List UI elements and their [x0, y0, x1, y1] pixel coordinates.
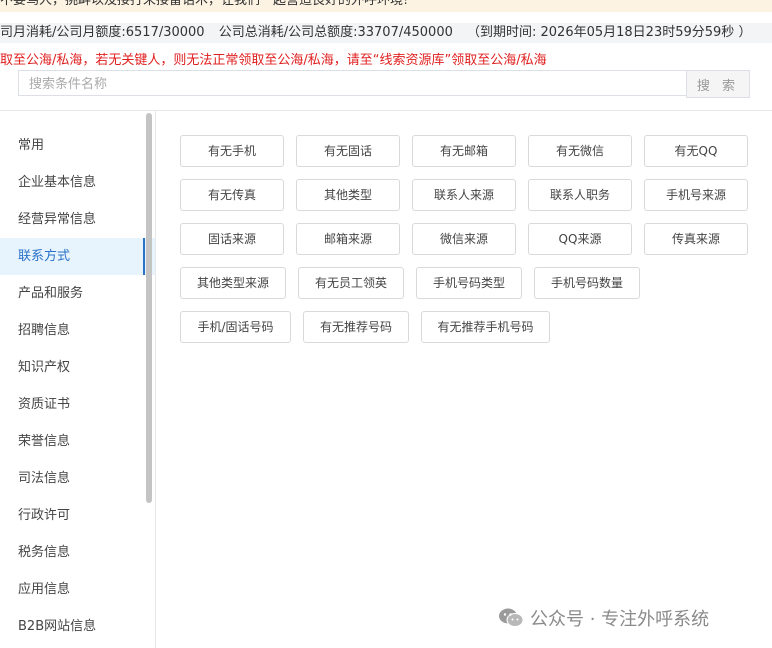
- sidebar-item-products[interactable]: 产品和服务: [0, 275, 155, 312]
- tag-contact-source[interactable]: 联系人来源: [412, 179, 516, 211]
- tag-has-recommended-mobile[interactable]: 有无推荐手机号码: [421, 311, 550, 343]
- tag-has-fax[interactable]: 有无传真: [180, 179, 284, 211]
- notice-text: 不要骂人，挑衅以及接打未接雷话术，让我们一起营造良好的外呼环境!: [0, 0, 409, 8]
- tag-has-recommended-number[interactable]: 有无推荐号码: [303, 311, 409, 343]
- tag-landline-source[interactable]: 固话来源: [180, 223, 284, 255]
- total-quota: 公司总消耗/公司总额度:33707/450000: [218, 25, 453, 40]
- sidebar-item-label: 产品和服务: [18, 286, 84, 301]
- tag-wechat-source[interactable]: 微信来源: [412, 223, 516, 255]
- tag-has-email[interactable]: 有无邮箱: [412, 135, 516, 167]
- tag-mobile-landline-number[interactable]: 手机/固话号码: [180, 311, 291, 343]
- sidebar-item-common[interactable]: 常用: [0, 127, 155, 164]
- tag-mobile-number-type[interactable]: 手机号码类型: [416, 267, 522, 299]
- tag-contact-title[interactable]: 联系人职务: [528, 179, 632, 211]
- sidebar-item-tax[interactable]: 税务信息: [0, 534, 155, 571]
- sidebar-item-label: 荣誉信息: [18, 434, 71, 449]
- quota-bar: 司月消耗/公司月额度:6517/30000 公司总消耗/公司总额度:33707/…: [0, 23, 772, 43]
- watermark-text: 公众号 · 专注外呼系统: [530, 609, 710, 630]
- search-button[interactable]: 搜 索: [686, 70, 750, 98]
- tag-email-source[interactable]: 邮箱来源: [296, 223, 400, 255]
- sidebar-item-label: 资质证书: [18, 397, 71, 412]
- sidebar-item-contact[interactable]: 联系方式: [0, 238, 155, 275]
- watermark: 公众号 · 专注外呼系统: [498, 604, 709, 632]
- sidebar-item-label: 税务信息: [18, 545, 71, 560]
- sidebar-item-label: 应用信息: [18, 582, 71, 597]
- tag-row: 有无传真 其他类型 联系人来源 联系人职务 手机号来源: [180, 179, 760, 211]
- sidebar-item-apps[interactable]: 应用信息: [0, 571, 155, 608]
- sidebar-item-company-basic[interactable]: 企业基本信息: [0, 164, 155, 201]
- tag-has-mobile[interactable]: 有无手机: [180, 135, 284, 167]
- sidebar-item-label: B2B网站信息: [18, 619, 97, 634]
- sidebar-scrollbar[interactable]: [146, 113, 152, 503]
- sidebar-item-honors[interactable]: 荣誉信息: [0, 423, 155, 460]
- sidebar-item-label: 招聘信息: [18, 323, 71, 338]
- tag-has-landline[interactable]: 有无固话: [296, 135, 400, 167]
- tag-row: 手机/固话号码 有无推荐号码 有无推荐手机号码: [180, 311, 760, 343]
- sidebar-item-label: 企业基本信息: [18, 175, 97, 190]
- monthly-quota: 司月消耗/公司月额度:6517/30000: [0, 25, 205, 40]
- filter-tag-panel: 有无手机 有无固话 有无邮箱 有无微信 有无QQ 有无传真 其他类型 联系人来源…: [180, 135, 760, 355]
- wechat-icon: [498, 607, 524, 629]
- tag-mobile-source[interactable]: 手机号来源: [644, 179, 748, 211]
- active-indicator: [143, 238, 145, 275]
- sidebar-item-admin-license[interactable]: 行政许可: [0, 497, 155, 534]
- sidebar-item-label: 行政许可: [18, 508, 71, 523]
- tag-row: 有无手机 有无固话 有无邮箱 有无微信 有无QQ: [180, 135, 760, 167]
- sidebar-item-b2b[interactable]: B2B网站信息: [0, 608, 155, 645]
- warning-text: 取至公海/私海，若无关键人，则无法正常领取至公海/私海，请至“线索资源库”领取至…: [0, 53, 547, 68]
- warning-message: 取至公海/私海，若无关键人，则无法正常领取至公海/私海，请至“线索资源库”领取至…: [0, 51, 772, 71]
- sidebar-item-label: 司法信息: [18, 471, 71, 486]
- sidebar-item-label: 经营异常信息: [18, 212, 97, 227]
- tag-mobile-number-count[interactable]: 手机号码数量: [534, 267, 640, 299]
- sidebar-item-label: 常用: [18, 138, 45, 153]
- sidebar-item-label: 知识产权: [18, 360, 71, 375]
- tag-has-qq[interactable]: 有无QQ: [644, 135, 748, 167]
- sidebar-item-certificates[interactable]: 资质证书: [0, 386, 155, 423]
- tag-other-type[interactable]: 其他类型: [296, 179, 400, 211]
- notice-banner: 不要骂人，挑衅以及接打未接雷话术，让我们一起营造良好的外呼环境!: [0, 0, 772, 12]
- tag-row: 其他类型来源 有无员工领英 手机号码类型 手机号码数量: [180, 267, 760, 299]
- tag-has-employee-linkedin[interactable]: 有无员工领英: [298, 267, 404, 299]
- sidebar-item-label: 联系方式: [18, 249, 71, 264]
- tag-fax-source[interactable]: 传真来源: [644, 223, 748, 255]
- expiry-time: （到期时间: 2026年05月18日23时59分59秒 ）: [467, 25, 752, 40]
- sidebar-item-judicial[interactable]: 司法信息: [0, 460, 155, 497]
- category-sidebar: 常用 企业基本信息 经营异常信息 联系方式 产品和服务 招聘信息 知识产权 资质…: [0, 111, 156, 648]
- sidebar-item-abnormal-operation[interactable]: 经营异常信息: [0, 201, 155, 238]
- sidebar-item-recruitment[interactable]: 招聘信息: [0, 312, 155, 349]
- search-input[interactable]: [18, 70, 686, 96]
- tag-row: 固话来源 邮箱来源 微信来源 QQ来源 传真来源: [180, 223, 760, 255]
- tag-other-type-source[interactable]: 其他类型来源: [180, 267, 286, 299]
- tag-qq-source[interactable]: QQ来源: [528, 223, 632, 255]
- tag-has-wechat[interactable]: 有无微信: [528, 135, 632, 167]
- sidebar-item-ip[interactable]: 知识产权: [0, 349, 155, 386]
